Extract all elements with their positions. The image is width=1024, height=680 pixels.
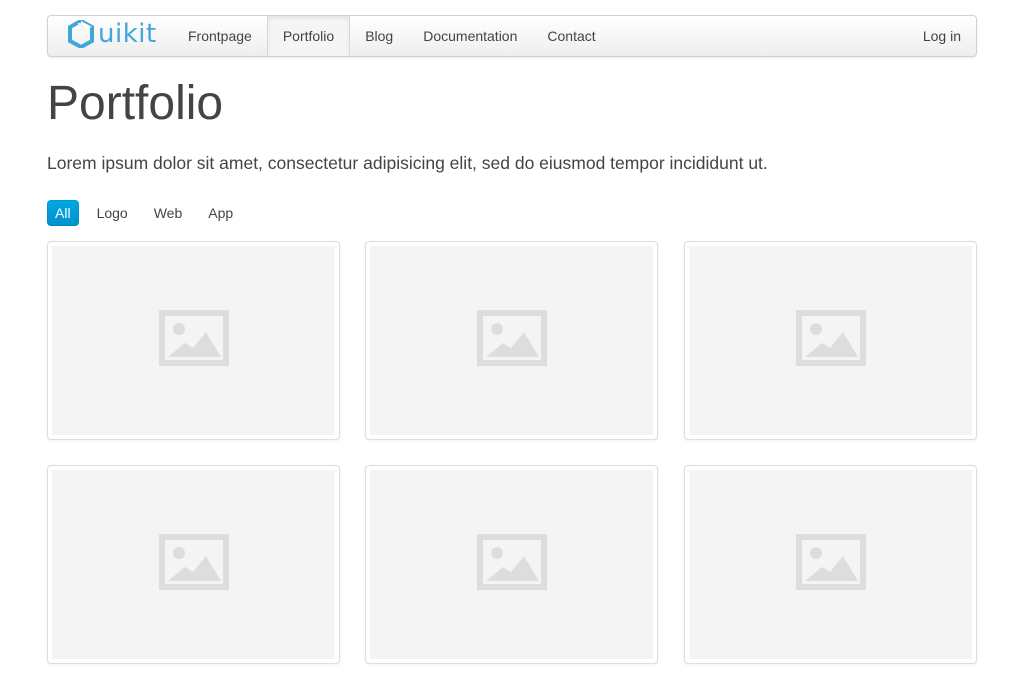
filter-app[interactable]: App [200, 200, 241, 226]
filter-web[interactable]: Web [146, 200, 191, 226]
page-title: Portfolio [47, 77, 224, 130]
filter-all[interactable]: All [47, 200, 79, 226]
portfolio-thumbnail [370, 470, 653, 659]
nav-item-portfolio[interactable]: Portfolio [266, 16, 351, 56]
brand-name: uikit [98, 19, 157, 49]
portfolio-thumbnail [689, 246, 972, 435]
brand-logo[interactable]: uikit [68, 16, 157, 56]
portfolio-item[interactable] [684, 465, 977, 664]
nav-item-contact[interactable]: Contact [532, 16, 610, 56]
portfolio-item[interactable] [365, 465, 658, 664]
nav-item-documentation[interactable]: Documentation [408, 16, 532, 56]
nav-item-frontpage[interactable]: Frontpage [173, 16, 267, 56]
portfolio-thumbnail [370, 246, 653, 435]
portfolio-thumbnail [52, 470, 335, 659]
portfolio-item[interactable] [47, 241, 340, 440]
navbar: uikit Frontpage Portfolio Blog Documenta… [47, 15, 977, 57]
lead-text: Lorem ipsum dolor sit amet, consectetur … [47, 153, 768, 173]
portfolio-item[interactable] [365, 241, 658, 440]
nav-item-blog[interactable]: Blog [350, 16, 408, 56]
portfolio-item[interactable] [47, 465, 340, 664]
portfolio-item[interactable] [684, 241, 977, 440]
filter-logo[interactable]: Logo [89, 200, 136, 226]
image-placeholder-icon [795, 534, 866, 595]
portfolio-thumbnail [689, 470, 972, 659]
image-placeholder-icon [476, 310, 547, 371]
image-placeholder-icon [795, 310, 866, 371]
login-link[interactable]: Log in [923, 16, 961, 56]
portfolio-filters: All Logo Web App [47, 200, 251, 226]
image-placeholder-icon [476, 534, 547, 595]
main-nav: Frontpage Portfolio Blog Documentation C… [173, 16, 611, 56]
image-placeholder-icon [158, 534, 229, 595]
uikit-logo-icon [68, 18, 94, 53]
page: uikit Frontpage Portfolio Blog Documenta… [0, 0, 1024, 680]
image-placeholder-icon [158, 310, 229, 371]
portfolio-thumbnail [52, 246, 335, 435]
